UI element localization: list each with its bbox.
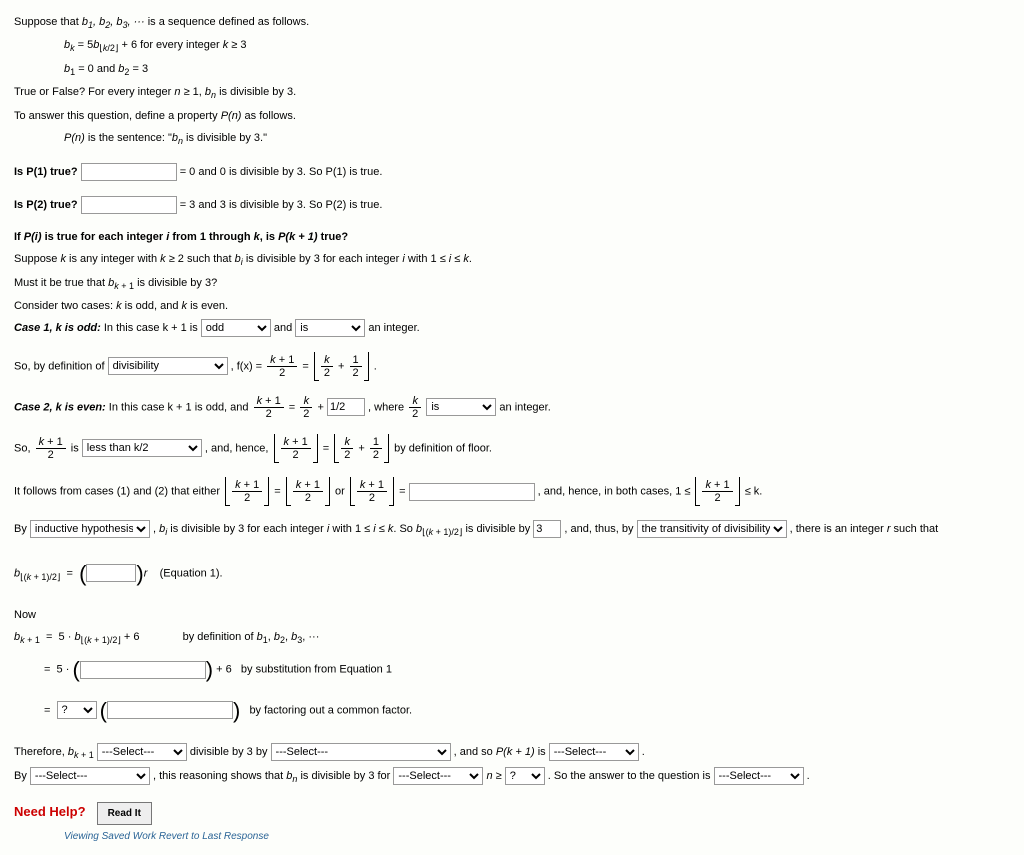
case2-label: Case 2, k is even: [14,401,106,413]
pk-heading: If P(i) is true for each integer i from … [14,228,1010,247]
t: , and, thus, by [564,523,636,535]
t: , and so P(k + 1) is [454,746,549,758]
follows-input[interactable] [409,483,535,501]
by-select-hyp[interactable]: inductive hypothesis [30,520,150,538]
t: divisible by 3 by [190,746,271,758]
p2-input[interactable] [81,196,177,214]
now-label: Now [14,606,1010,625]
case1-label: Case 1, k is odd: [14,322,101,334]
p2-label: Is P(2) true? [14,199,78,211]
case1-select-def[interactable]: divisibility [108,357,228,375]
case2-select-compare[interactable]: less than k/2 [82,439,202,457]
pk-s3: Consider two cases: k is odd, and k is e… [14,297,1010,316]
pk-s1: Suppose k is any integer with k ≥ 2 such… [14,250,1010,270]
t: is divisible by [465,523,533,535]
t: , this reasoning shows that bn is divisi… [153,770,393,782]
pk-s2: Must it be true that bk + 1 is divisible… [14,274,1010,294]
therefore-row: Therefore, bk + 1 ---Select--- divisible… [14,743,1010,763]
case2-input-half[interactable] [327,398,365,416]
t: By [14,770,30,782]
by-input-3[interactable] [533,520,561,538]
reason-2: by substitution from Equation 1 [241,664,392,676]
t: , there is an integer r such that [790,523,939,535]
reason-3: by factoring out a common factor. [249,704,412,716]
t: , and, hence, [205,442,272,454]
p1-label: Is P(1) true? [14,166,78,178]
t: an integer. [368,322,419,334]
intro-l5: To answer this question, define a proper… [14,107,1010,126]
t: Therefore, bk + 1 [14,746,97,758]
t: In this case k + 1 is odd, and [109,401,252,413]
t: . So the answer to the question is [548,770,714,782]
by-select-trans[interactable]: the transitivity of divisibility [637,520,787,538]
t: , f(x) = [231,360,266,372]
now-input-factor[interactable] [107,701,233,719]
final-select-2[interactable]: ---Select--- [393,767,483,785]
now-l1: bk + 1 = 5 · b⌊(k + 1)/2⌋ + 6 by definit… [14,628,1010,648]
now-l2: = 5 · () + 6 by substitution from Equati… [44,651,1010,688]
equation-1: b⌊(k + 1)/2⌋ = ()r (Equation 1). [14,555,1010,592]
t: . [642,746,645,758]
t: , and, hence, in both cases, 1 ≤ [538,486,694,498]
case2-row: Case 2, k is even: In this case k + 1 is… [14,395,1010,420]
p2-answer: = 3 and 3 is divisible by 3. So P(2) is … [180,199,383,211]
read-it-button[interactable]: Read It [97,802,152,825]
t: By [14,523,30,535]
t: , where [368,401,407,413]
t: It follows from cases (1) and (2) that e… [14,486,223,498]
now-select-factor[interactable]: ? [57,701,97,719]
p2-row: Is P(2) true? = 3 and 3 is divisible by … [14,196,1010,215]
intro-l2: bk = 5b⌊k/2⌋ + 6 for every integer k ≥ 3 [64,36,1010,56]
p1-row: Is P(1) true? = 0 and 0 is divisible by … [14,163,1010,182]
t: or [335,486,348,498]
p1-input[interactable] [81,163,177,181]
help-label: Need Help? [14,804,86,819]
t: Suppose that [14,16,82,28]
final-select-3[interactable]: ? [505,767,545,785]
eq1-input[interactable] [86,564,136,582]
t: ≤ k. [745,486,763,498]
final-select-1[interactable]: ---Select--- [30,767,150,785]
t: In this case k + 1 is [104,322,201,334]
revert-link[interactable]: Viewing Saved Work Revert to Last Respon… [64,828,1010,845]
intro-l3: b1 = 0 and b2 = 3 [64,60,1010,80]
now-input-sub[interactable] [80,661,206,679]
case1-def: So, by definition of divisibility , f(x)… [14,352,1010,381]
help-row: Need Help? Read It [14,801,1010,825]
p1-answer: = 0 and 0 is divisible by 3. So P(1) is … [180,166,383,178]
t: So, [14,442,34,454]
reason-1: by definition of b1, b2, b3, ··· [183,631,320,643]
final-row: By ---Select--- , this reasoning shows t… [14,767,1010,787]
case1-select-parity[interactable]: odd [201,319,271,337]
t: , bi is divisible by 3 for each integer … [153,523,462,535]
now-l3: = ? () by factoring out a common factor. [44,692,1010,729]
therefore-select-3[interactable]: ---Select--- [549,743,639,761]
intro-l6: P(n) is the sentence: "bn is divisible b… [64,129,1010,149]
therefore-select-1[interactable]: ---Select--- [97,743,187,761]
t: is a sequence defined as follows. [148,16,309,28]
case1-select-is[interactable]: is [295,319,365,337]
sequence-vars: b1, b2, b3, ··· [82,16,145,28]
therefore-select-2[interactable]: ---Select--- [271,743,451,761]
t: So, by definition of [14,360,108,372]
t: by definition of floor. [394,442,492,454]
t: and [274,322,295,334]
t: n ≥ [486,770,504,782]
t: . [807,770,810,782]
by-hypothesis: By inductive hypothesis , bi is divisibl… [14,520,1010,540]
t: an integer. [499,401,550,413]
final-select-4[interactable]: ---Select--- [714,767,804,785]
t: is [71,442,82,454]
case2-select-is[interactable]: is [426,398,496,416]
case1-row: Case 1, k is odd: In this case k + 1 is … [14,319,1010,338]
intro-l4: True or False? For every integer n ≥ 1, … [14,83,1010,103]
follows-row: It follows from cases (1) and (2) that e… [14,477,1010,506]
case2-so: So, k + 12 is less than k/2 , and, hence… [14,434,1010,463]
intro-l1: Suppose that b1, b2, b3, ··· is a sequen… [14,13,1010,33]
